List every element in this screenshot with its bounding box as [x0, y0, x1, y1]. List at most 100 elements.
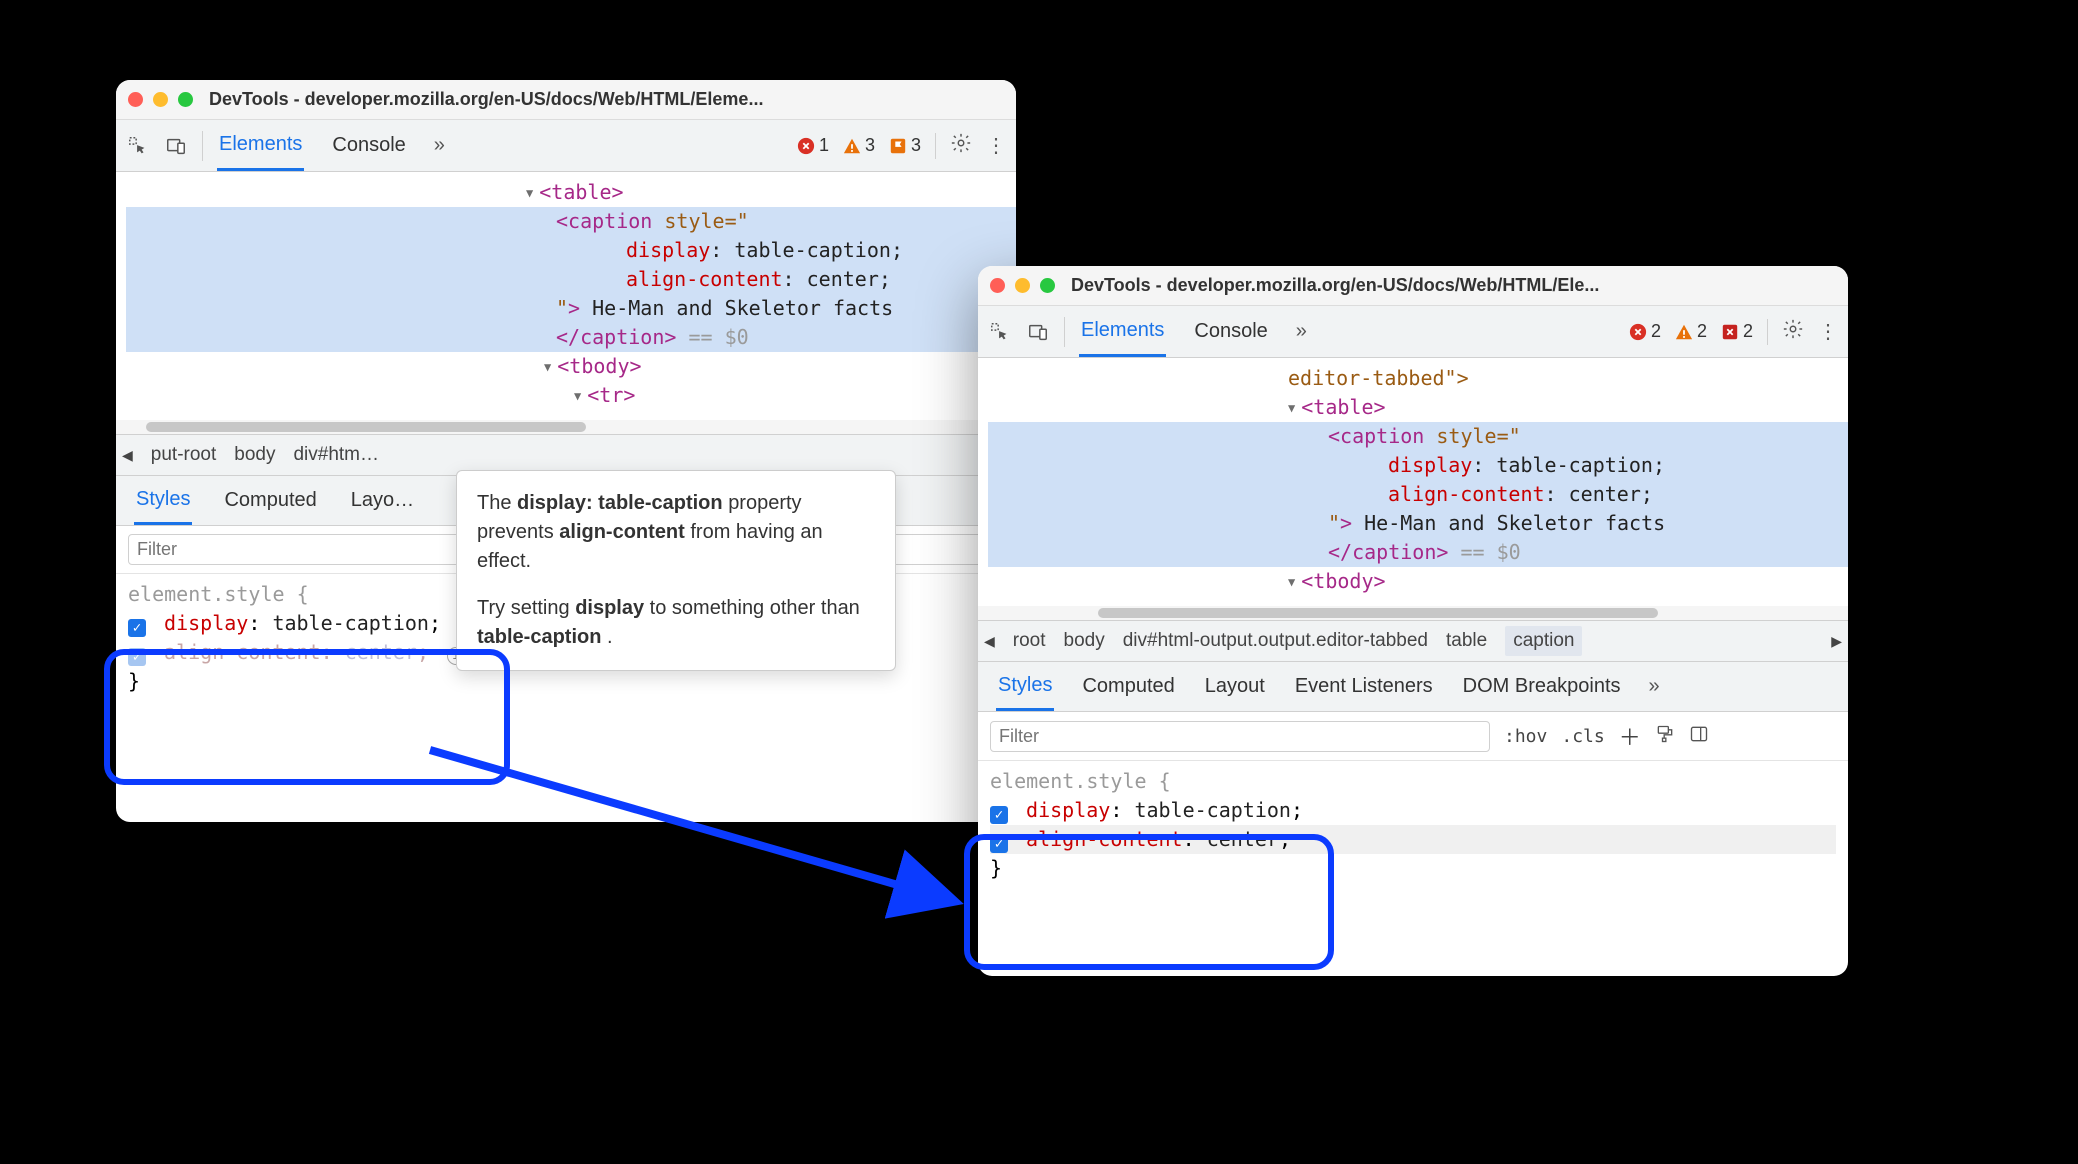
style-val-align[interactable]: center — [345, 640, 417, 664]
tab-layout[interactable]: Layout — [1203, 664, 1267, 709]
styles-filter-input[interactable] — [990, 721, 1490, 752]
dom-horizontal-scrollbar[interactable] — [116, 420, 1016, 434]
dom-node-caption-open[interactable]: <caption — [1328, 422, 1424, 451]
dom-node-tbody[interactable]: <tbody> — [1301, 567, 1385, 596]
tooltip-text: The — [477, 492, 517, 514]
error-count: 2 — [1651, 321, 1661, 342]
flag-indicator[interactable]: 3 — [889, 135, 921, 156]
toolbar: Elements Console » 2 2 2 ⋮ — [978, 306, 1848, 358]
minimize-icon[interactable] — [153, 92, 168, 107]
tooltip-text: align-content — [559, 521, 685, 543]
warning-count: 2 — [1697, 321, 1707, 342]
style-val-align[interactable]: center — [1207, 827, 1279, 851]
breadcrumb-item[interactable]: root — [1013, 630, 1046, 652]
dom-tag-gt: > — [568, 294, 580, 323]
property-toggle-checkbox[interactable]: ✓ — [128, 619, 146, 637]
close-icon[interactable] — [128, 92, 143, 107]
style-val-display[interactable]: table-caption — [1134, 798, 1291, 822]
dom-node-tbody[interactable]: <tbody> — [557, 352, 641, 381]
dom-text-caption: He-Man and Skeletor facts — [1364, 509, 1665, 538]
tab-event-listeners[interactable]: Event Listeners — [1293, 664, 1435, 709]
property-toggle-checkbox[interactable]: ✓ — [990, 835, 1008, 853]
panel-toggle-icon[interactable] — [1689, 724, 1709, 749]
breadcrumb-item[interactable]: div#html-output.output.editor-tabbed — [1123, 630, 1428, 652]
paint-icon[interactable] — [1655, 724, 1675, 749]
breadcrumb-item[interactable]: div#htm… — [293, 444, 379, 466]
styles-rules[interactable]: element.style { ✓ display: table-caption… — [978, 761, 1848, 893]
hov-toggle[interactable]: :hov — [1504, 726, 1547, 747]
dom-text-caption: He-Man and Skeletor facts — [592, 294, 893, 323]
settings-icon[interactable] — [950, 132, 972, 160]
inspect-icon[interactable] — [126, 134, 150, 158]
dom-attr-style: style=" — [1436, 422, 1520, 451]
tooltip-text: display — [575, 597, 644, 619]
inactive-property-tooltip: The display: table-caption property prev… — [456, 470, 896, 671]
css-val-display: table-caption — [734, 236, 891, 265]
devtools-window-left: DevTools - developer.mozilla.org/en-US/d… — [116, 80, 1016, 822]
breadcrumb-prev-icon[interactable]: ◀ — [122, 447, 133, 464]
settings-icon[interactable] — [1782, 318, 1804, 346]
style-prop-align[interactable]: align-content — [164, 640, 321, 664]
tab-console[interactable]: Console — [330, 122, 407, 169]
style-val-display[interactable]: table-caption — [272, 611, 429, 635]
warning-count: 3 — [865, 135, 875, 156]
style-prop-align[interactable]: align-content — [1026, 827, 1183, 851]
tab-computed[interactable]: Computed — [222, 478, 318, 523]
dom-node-table[interactable]: <table> — [539, 178, 623, 207]
property-toggle-checkbox[interactable]: ✓ — [990, 806, 1008, 824]
tab-console[interactable]: Console — [1192, 308, 1269, 355]
zoom-icon[interactable] — [1040, 278, 1055, 293]
tab-dom-breakpoints[interactable]: DOM Breakpoints — [1461, 664, 1623, 709]
breadcrumb-next-icon[interactable]: ▶ — [1831, 633, 1842, 650]
dom-node-caption-close[interactable]: </caption> — [1328, 538, 1448, 567]
error-indicator[interactable]: 2 — [1629, 321, 1661, 342]
dom-node-caption-open[interactable]: <caption — [556, 207, 652, 236]
minimize-icon[interactable] — [1015, 278, 1030, 293]
style-prop-display[interactable]: display — [1026, 798, 1110, 822]
tab-elements[interactable]: Elements — [217, 121, 304, 171]
more-icon[interactable]: ⋮ — [1818, 319, 1838, 344]
close-icon[interactable] — [990, 278, 1005, 293]
device-toggle-icon[interactable] — [164, 134, 188, 158]
dom-node-tr[interactable]: <tr> — [587, 381, 635, 410]
breadcrumb-prev-icon[interactable]: ◀ — [984, 633, 995, 650]
tab-elements[interactable]: Elements — [1079, 307, 1166, 357]
style-selector: element.style { — [990, 767, 1836, 796]
error-indicator[interactable]: 1 — [797, 135, 829, 156]
dom-node-caption-close[interactable]: </caption> — [556, 323, 676, 352]
style-prop-display[interactable]: display — [164, 611, 248, 635]
warning-indicator[interactable]: 2 — [1675, 321, 1707, 342]
more-icon[interactable]: ⋮ — [986, 133, 1006, 158]
breadcrumb-item[interactable]: put-root — [151, 444, 216, 466]
tab-computed[interactable]: Computed — [1080, 664, 1176, 709]
tabs-overflow-icon[interactable]: » — [434, 134, 445, 157]
property-toggle-checkbox[interactable]: ✓ — [128, 648, 146, 666]
breadcrumb-item[interactable]: body — [234, 444, 275, 466]
tab-layout[interactable]: Layo… — [349, 478, 416, 523]
dom-horizontal-scrollbar[interactable] — [978, 606, 1848, 620]
tab-styles[interactable]: Styles — [996, 663, 1054, 711]
device-toggle-icon[interactable] — [1026, 320, 1050, 344]
dom-attr-close: " — [1328, 509, 1340, 538]
css-val-align: center — [1569, 480, 1641, 509]
dom-attr-style: style=" — [664, 207, 748, 236]
zoom-icon[interactable] — [178, 92, 193, 107]
tab-styles[interactable]: Styles — [134, 477, 192, 525]
tabs-overflow-icon[interactable]: » — [1649, 675, 1660, 698]
breadcrumb-item[interactable]: table — [1446, 630, 1487, 652]
dom-tree[interactable]: <table> <caption style=" display: table-… — [116, 172, 1016, 416]
flag-indicator[interactable]: 2 — [1721, 321, 1753, 342]
inspect-icon[interactable] — [988, 320, 1012, 344]
warning-indicator[interactable]: 3 — [843, 135, 875, 156]
traffic-lights — [128, 92, 193, 107]
flag-count: 3 — [911, 135, 921, 156]
dom-node-table[interactable]: <table> — [1301, 393, 1385, 422]
cls-toggle[interactable]: .cls — [1561, 726, 1604, 747]
traffic-lights — [990, 278, 1055, 293]
css-val-align: center — [807, 265, 879, 294]
add-rule-icon[interactable]: ＋ — [1619, 720, 1641, 752]
tabs-overflow-icon[interactable]: » — [1296, 320, 1307, 343]
breadcrumb-item[interactable]: body — [1064, 630, 1105, 652]
breadcrumb-item[interactable]: caption — [1505, 626, 1582, 656]
dom-tree[interactable]: editor-tabbed"> <table> <caption style="… — [978, 358, 1848, 602]
